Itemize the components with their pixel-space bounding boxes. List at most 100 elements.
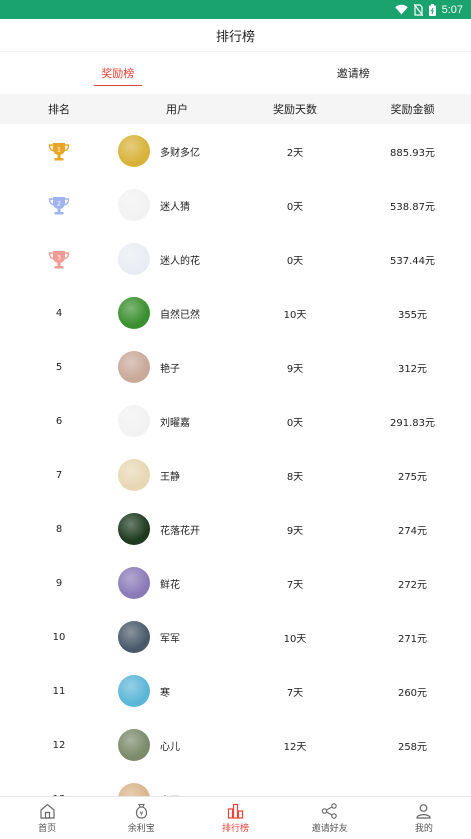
table-row[interactable]: 7 王静 8天 275元 — [0, 448, 471, 502]
share-icon — [321, 802, 337, 819]
table-row[interactable]: 11 寒 7天 260元 — [0, 664, 471, 718]
rank-number: 6 — [55, 415, 63, 427]
avatar — [118, 351, 150, 383]
user-name: 迷人猜 — [160, 201, 190, 213]
user-cell: 山哥 — [118, 783, 236, 796]
rank-cell: 6 — [0, 416, 118, 427]
reward-days: 0天 — [286, 201, 304, 213]
reward-amount: 271元 — [397, 633, 428, 645]
battery-icon — [428, 3, 436, 16]
user-cell: 心儿 — [118, 729, 236, 761]
tab-invite-ranking[interactable]: 邀请榜 — [236, 52, 471, 94]
column-header-user: 用户 — [166, 103, 188, 116]
column-header-amount: 奖励金额 — [390, 103, 435, 116]
ranking-tabs: 奖励榜 邀请榜 — [0, 52, 471, 94]
user-cell: 鲜花 — [118, 567, 236, 599]
page-title: 排行榜 — [0, 19, 471, 52]
user-name: 自然已然 — [160, 309, 200, 321]
rank-cell: 4 — [0, 308, 118, 319]
rank-cell: 1 — [0, 142, 118, 161]
avatar — [118, 621, 150, 653]
reward-amount: 355元 — [397, 309, 428, 321]
svg-text:2: 2 — [57, 199, 61, 207]
avatar — [118, 189, 150, 221]
status-bar: 5:07 — [0, 0, 471, 19]
user-cell: 艳子 — [118, 351, 236, 383]
avatar — [118, 567, 150, 599]
avatar — [118, 243, 150, 275]
nav-invite-label: 邀请好友 — [311, 823, 348, 834]
nav-invite[interactable]: 邀请好友 — [283, 797, 377, 839]
table-row[interactable]: 6 刘曜嘉 0天 291.83元 — [0, 394, 471, 448]
tab-reward-ranking[interactable]: 奖励榜 — [0, 52, 236, 94]
rank-cell: 10 — [0, 632, 118, 643]
user-cell: 军军 — [118, 621, 236, 653]
table-row[interactable]: 4 自然已然 10天 355元 — [0, 286, 471, 340]
rank-number: 5 — [55, 361, 63, 373]
table-row[interactable]: 13山哥9天246元 — [0, 772, 471, 796]
nav-profile[interactable]: 我的 — [377, 797, 471, 839]
user-icon — [416, 803, 432, 819]
reward-amount: 260元 — [397, 687, 428, 699]
reward-amount: 272元 — [397, 579, 428, 591]
bronze-trophy-icon: 3 — [48, 250, 70, 268]
user-cell: 寒 — [118, 675, 236, 707]
wifi-icon — [394, 4, 408, 15]
table-row[interactable]: 3 迷人的花 0天 537.44元 — [0, 232, 471, 286]
rank-number: 11 — [52, 685, 66, 697]
rank-number: 8 — [55, 523, 63, 535]
money-bag-icon: ¥ — [135, 803, 147, 819]
avatar — [118, 459, 150, 491]
avatar — [118, 783, 150, 796]
reward-amount: 258元 — [397, 741, 428, 753]
reward-amount: 274元 — [397, 525, 428, 537]
reward-days: 12天 — [283, 741, 307, 753]
svg-text:1: 1 — [57, 145, 61, 153]
user-name: 迷人的花 — [160, 255, 200, 267]
column-header-rank: 排名 — [48, 103, 70, 116]
user-cell: 花落花开 — [118, 513, 236, 545]
avatar — [118, 405, 150, 437]
rank-number: 12 — [52, 739, 66, 751]
rank-number: 10 — [52, 631, 66, 643]
table-row[interactable]: 9 鲜花 7天 272元 — [0, 556, 471, 610]
user-cell: 多财多亿 — [118, 135, 236, 167]
rank-cell: 8 — [0, 524, 118, 535]
nav-ranking[interactable]: 排行榜 — [188, 797, 282, 839]
user-name: 寒 — [160, 687, 170, 699]
avatar — [118, 135, 150, 167]
nav-home[interactable]: 首页 — [0, 797, 94, 839]
nav-home-label: 首页 — [38, 823, 57, 834]
user-name: 多财多亿 — [160, 147, 200, 159]
user-name: 鲜花 — [160, 579, 180, 591]
user-cell: 迷人的花 — [118, 243, 236, 275]
reward-amount: 312元 — [397, 363, 428, 375]
reward-days: 8天 — [286, 471, 304, 483]
rank-cell: 11 — [0, 686, 118, 697]
table-row[interactable]: 1 多财多亿 2天 885.93元 — [0, 124, 471, 178]
rank-cell: 7 — [0, 470, 118, 481]
table-row[interactable]: 10 军军 10天 271元 — [0, 610, 471, 664]
reward-days: 0天 — [286, 417, 304, 429]
avatar — [118, 675, 150, 707]
table-row[interactable]: 5 艳子 9天 312元 — [0, 340, 471, 394]
table-row[interactable]: 8 花落花开 9天 274元 — [0, 502, 471, 556]
reward-amount: 291.83元 — [390, 417, 435, 429]
silver-trophy-icon: 2 — [48, 196, 70, 214]
user-name: 花落花开 — [160, 525, 200, 537]
rank-cell: 5 — [0, 362, 118, 373]
reward-amount: 538.87元 — [390, 201, 435, 213]
table-row[interactable]: 12 心儿 12天 258元 — [0, 718, 471, 772]
table-row[interactable]: 2 迷人猜 0天 538.87元 — [0, 178, 471, 232]
table-header: 排名 用户 奖励天数 奖励金额 — [0, 94, 471, 124]
rank-cell: 2 — [0, 196, 118, 215]
user-name: 王静 — [160, 471, 180, 483]
nav-wallet[interactable]: ¥ 余利宝 — [94, 797, 188, 839]
avatar — [118, 729, 150, 761]
ranking-list[interactable]: 1 多财多亿 2天 885.93元 2 迷人猜 0天 538.87元 3 迷人的花 0天 537.44… — [0, 124, 471, 796]
svg-text:3: 3 — [57, 253, 61, 261]
avatar — [118, 513, 150, 545]
user-cell: 自然已然 — [118, 297, 236, 329]
user-name: 心儿 — [160, 741, 180, 753]
reward-days: 10天 — [283, 309, 307, 321]
